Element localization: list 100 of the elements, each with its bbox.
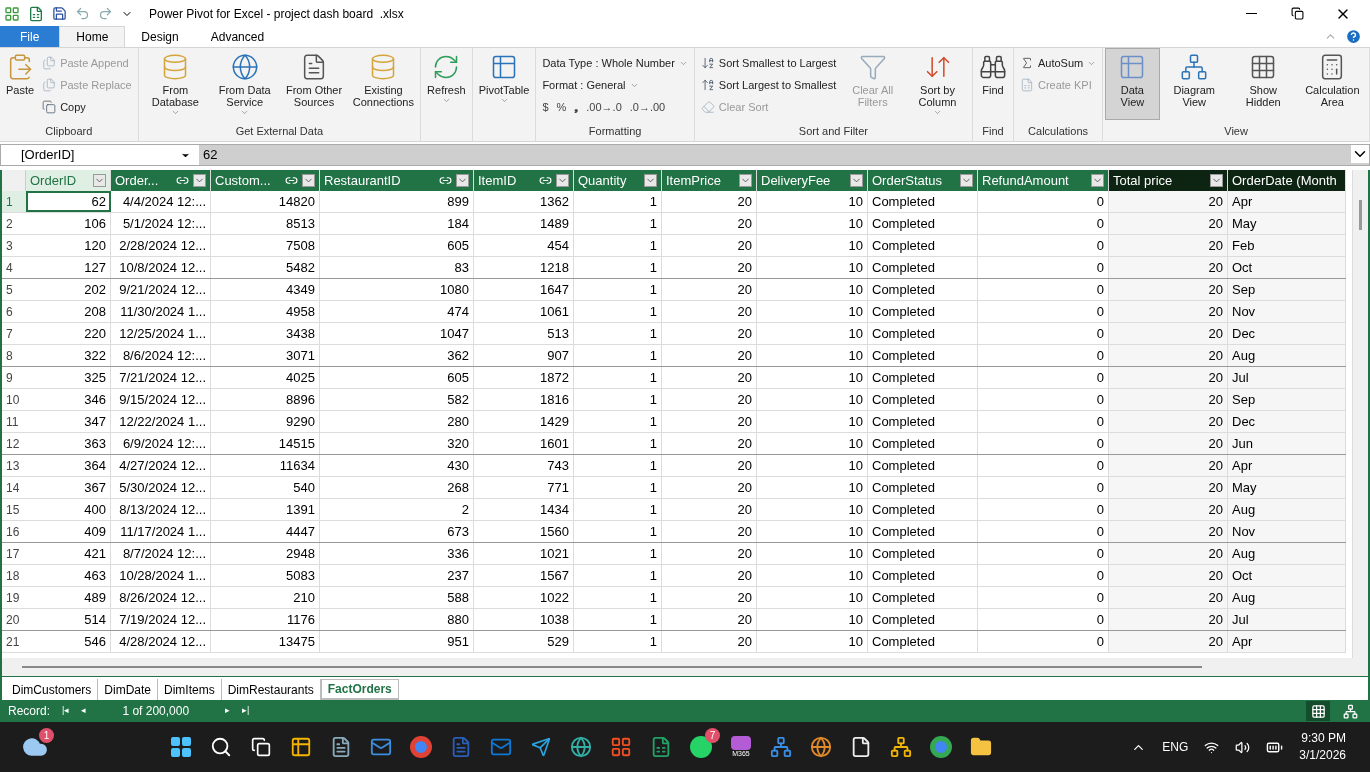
table-cell: 605: [320, 367, 474, 388]
row-number[interactable]: 5: [2, 279, 26, 300]
expand-icon[interactable]: [1351, 145, 1369, 163]
ribbon-button[interactable]: Data View: [1105, 48, 1160, 120]
row-number[interactable]: 11: [2, 411, 26, 432]
format-symbol-button[interactable]: $: [542, 98, 549, 116]
table-cell: 1061: [474, 301, 574, 322]
row-number[interactable]: 6: [2, 301, 26, 322]
format-symbol-button[interactable]: .00→.0: [586, 98, 622, 116]
save-icon[interactable]: [52, 6, 67, 21]
format-symbol-button[interactable]: ❟: [574, 98, 579, 116]
sheet-tab[interactable]: FactOrders: [320, 679, 399, 700]
ribbon-menu-button[interactable]: Copy: [42, 96, 132, 118]
ribbon-button[interactable]: Calculation Area: [1297, 48, 1367, 120]
table-cell: 5/1/2024 12:...: [111, 213, 211, 234]
caret-icon: [933, 108, 942, 117]
format-symbol-button[interactable]: .0→.00: [629, 98, 666, 116]
column-header[interactable]: Total price: [1109, 170, 1228, 191]
row-number[interactable]: 17: [2, 543, 26, 564]
row-number[interactable]: 3: [2, 235, 26, 256]
previous-record-button[interactable]: ◂: [81, 704, 87, 718]
table-cell: Apr: [1228, 631, 1346, 652]
format-symbol-button[interactable]: %: [556, 98, 567, 116]
ribbon-menu-button[interactable]: Sort Smallest to Largest: [700, 52, 837, 74]
column-header[interactable]: ItemID: [474, 170, 574, 191]
row-number[interactable]: 13: [2, 455, 26, 476]
volume-icon[interactable]: [1235, 739, 1251, 755]
ribbon-button[interactable]: From Database: [140, 48, 211, 120]
clock-date[interactable]: 3/1/2026: [1299, 747, 1346, 764]
table-cell: 8/26/2024 12...: [111, 587, 211, 608]
table-cell: Completed: [868, 543, 978, 564]
table-cell: Dec: [1228, 323, 1346, 344]
row-number[interactable]: 19: [2, 587, 26, 608]
table-cell: Completed: [868, 609, 978, 630]
row-number[interactable]: 16: [2, 521, 26, 542]
row-number[interactable]: 15: [2, 499, 26, 520]
next-record-button[interactable]: ▸: [225, 704, 231, 718]
ribbon-button[interactable]: From Other Sources: [279, 48, 349, 120]
ribbon-button[interactable]: Show Hidden: [1228, 48, 1298, 120]
vertical-scrollbar[interactable]: [1352, 170, 1368, 658]
row-number[interactable]: 7: [2, 323, 26, 344]
table-cell: Completed: [868, 521, 978, 542]
row-number[interactable]: 10: [2, 389, 26, 410]
table-cell: 951: [320, 631, 474, 652]
first-record-button[interactable]: |◂: [62, 704, 70, 718]
ribbon-tab[interactable]: Design: [125, 26, 195, 47]
ribbon-button[interactable]: Diagram View: [1159, 48, 1229, 120]
spreadsheet-icon[interactable]: [28, 5, 44, 22]
ribbon-button[interactable]: Sort by Column: [905, 48, 970, 120]
row-number[interactable]: 14: [2, 477, 26, 498]
row-number[interactable]: 21: [2, 631, 26, 652]
table-cell: Apr: [1228, 191, 1346, 212]
wifi-icon[interactable]: [1204, 739, 1220, 755]
ribbon-menu-button[interactable]: Sort Largest to Smallest: [700, 74, 837, 96]
column-header[interactable]: RefundAmount: [978, 170, 1109, 191]
row-number[interactable]: 2: [2, 213, 26, 234]
column-header[interactable]: OrderID: [26, 170, 111, 191]
table-cell: 1: [574, 191, 662, 212]
table-cell: 20: [1109, 411, 1228, 432]
help-icon[interactable]: [1345, 28, 1362, 45]
data-type-dropdown[interactable]: Data Type : Whole Number: [542, 52, 688, 74]
column-header[interactable]: RestaurantID: [320, 170, 474, 191]
grid-view-button[interactable]: [1306, 701, 1330, 721]
table-cell: 1567: [474, 565, 574, 586]
column-header[interactable]: Quantity: [574, 170, 662, 191]
ribbon-menu-button[interactable]: AutoSum: [1019, 52, 1097, 74]
ribbon-tab[interactable]: Advanced: [194, 26, 281, 47]
last-record-button[interactable]: ▸|: [242, 704, 250, 718]
language-indicator[interactable]: ENG: [1162, 738, 1189, 756]
column-header[interactable]: OrderStatus: [868, 170, 978, 191]
clock-time[interactable]: 9:30 PM: [1301, 730, 1346, 747]
weather-icon[interactable]: 1: [16, 728, 54, 766]
row-number[interactable]: 12: [2, 433, 26, 454]
ribbon-button[interactable]: From Data Service: [210, 48, 280, 120]
row-number[interactable]: 4: [2, 257, 26, 278]
table-cell: 20: [662, 389, 757, 410]
ribbon-button[interactable]: PivotTable: [474, 48, 534, 120]
row-number[interactable]: 20: [2, 609, 26, 630]
ribbon-tab[interactable]: Home: [59, 26, 126, 47]
diagram-icon: [1342, 703, 1358, 719]
column-header[interactable]: ItemPrice: [662, 170, 757, 191]
table-cell: Completed: [868, 345, 978, 366]
ribbon-tab[interactable]: File: [0, 26, 60, 47]
column-header[interactable]: OrderDate (Month: [1228, 170, 1346, 191]
ribbon-button[interactable]: Paste: [2, 48, 39, 120]
table-cell: 20: [662, 345, 757, 366]
name-box[interactable]: [OrderID]: [1, 145, 199, 165]
column-header[interactable]: Custom...: [211, 170, 320, 191]
column-header[interactable]: Order...: [111, 170, 211, 191]
ribbon-button[interactable]: Existing Connections: [348, 48, 419, 120]
ribbon-button[interactable]: Find: [974, 48, 1011, 120]
row-number[interactable]: 8: [2, 345, 26, 366]
column-header[interactable]: DeliveryFee: [757, 170, 868, 191]
horizontal-scrollbar[interactable]: [2, 658, 1368, 676]
row-number[interactable]: 18: [2, 565, 26, 586]
format-dropdown[interactable]: Format : General: [542, 74, 688, 96]
ribbon-button[interactable]: Refresh: [423, 48, 470, 120]
row-number[interactable]: 1: [2, 191, 26, 212]
row-number[interactable]: 9: [2, 367, 26, 388]
table-cell: 514: [26, 609, 111, 630]
